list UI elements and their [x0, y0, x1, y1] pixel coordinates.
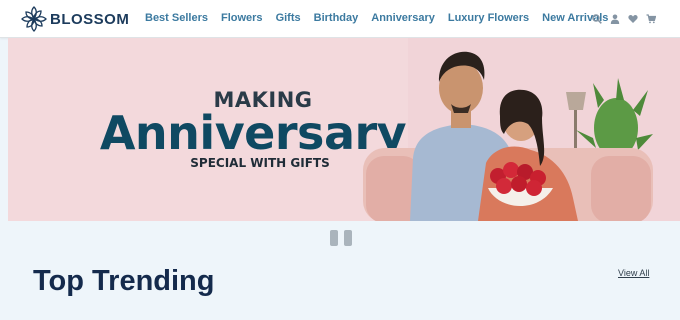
nav-gifts[interactable]: Gifts [276, 12, 301, 24]
carousel-pause-button[interactable] [330, 230, 352, 246]
nav-anniversary[interactable]: Anniversary [371, 12, 435, 24]
nav-birthday[interactable]: Birthday [314, 12, 359, 24]
main-nav: Best Sellers Flowers Gifts Birthday Anni… [145, 12, 621, 24]
site-header: BLOSSOM Best Sellers Flowers Gifts Birth… [0, 0, 680, 38]
nav-luxury-flowers[interactable]: Luxury Flowers [448, 12, 529, 24]
nav-best-sellers[interactable]: Best Sellers [145, 12, 208, 24]
nav-flowers[interactable]: Flowers [221, 12, 263, 24]
hero-banner[interactable]: MAKING Anniversary SPECIAL WITH GIFTS [8, 38, 680, 221]
brand-name: BLOSSOM [50, 10, 130, 28]
section-title: Top Trending [33, 265, 215, 297]
couple-photo [363, 38, 680, 221]
flower-logo-icon [21, 6, 47, 32]
heart-icon[interactable] [628, 13, 638, 24]
user-icon[interactable] [610, 13, 620, 24]
search-icon[interactable] [592, 13, 602, 24]
cart-icon[interactable] [646, 13, 656, 24]
header-actions [584, 13, 656, 24]
pause-icon-bar-left [330, 230, 338, 246]
brand-logo[interactable]: BLOSSOM [20, 5, 129, 33]
pause-icon-bar-right [344, 230, 352, 246]
view-all-link[interactable]: View All [618, 268, 649, 278]
